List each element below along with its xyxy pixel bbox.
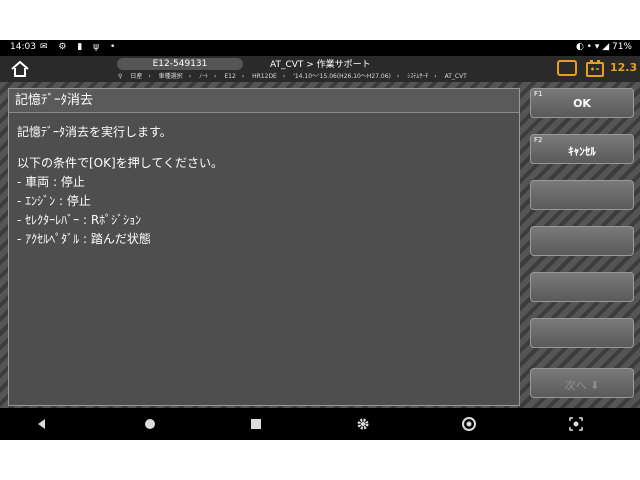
ok-button[interactable]: F1 OK	[530, 88, 634, 118]
fkey-label: ｷｬﾝｾﾙ	[568, 145, 596, 158]
breadcrumb-item[interactable]: E12	[224, 73, 235, 80]
recents-icon[interactable]	[248, 416, 264, 432]
notification-icons: ✉ ⚙ ▮ ψ •	[40, 42, 120, 52]
record-icon[interactable]	[557, 60, 577, 76]
message-line: 以下の条件で[OK]を押してください。	[17, 156, 223, 170]
page-title: AT_CVT > 作業サポート	[270, 60, 371, 70]
app-header: E12-549131 AT_CVT > 作業サポート ⚲ 日産 › 車種選択 › ﾉ…	[0, 56, 640, 82]
condition-line: - ｴﾝｼﾞﾝ : 停止	[17, 194, 91, 208]
fkey-blank-5[interactable]	[530, 272, 634, 302]
fkey-blank-6[interactable]	[530, 318, 634, 348]
fkey-blank-3[interactable]	[530, 180, 634, 210]
breadcrumb: ⚲ 日産 › 車種選択 › ﾉｰﾄ › E12 › HR12DE › '14.10〜'15…	[118, 73, 467, 80]
fkey-blank-4[interactable]	[530, 226, 634, 256]
message-panel: 記憶ﾃﾞｰﾀ消去 記憶ﾃﾞｰﾀ消去を実行します。 以下の条件で[OK]を押してく…	[8, 88, 520, 406]
next-button[interactable]: 次へ ⬇	[530, 368, 634, 398]
breadcrumb-item[interactable]: 日産	[130, 73, 142, 80]
condition-line: - 車両 : 停止	[17, 175, 85, 189]
system-status-bar: 14:03 ✉ ⚙ ▮ ψ • ◐ • ▾ ◢ 71%	[0, 40, 640, 56]
chrome-icon[interactable]	[461, 416, 477, 432]
fkey-label: OK	[573, 97, 591, 110]
location-pin-icon: ⚲	[118, 73, 123, 80]
breadcrumb-item[interactable]: HR12DE	[252, 73, 277, 80]
home-icon[interactable]	[10, 60, 30, 78]
screenshot-icon[interactable]	[568, 416, 584, 432]
back-icon[interactable]	[34, 416, 50, 432]
fkey-label: 次へ ⬇	[564, 379, 600, 392]
breadcrumb-item[interactable]: 車種選択	[159, 73, 183, 80]
condition-line: - ｾﾚｸﾀｰﾚﾊﾞｰ : Rﾎﾟｼﾞｼｮﾝ	[17, 213, 142, 227]
battery-voltage: 12.3	[610, 61, 638, 74]
status-time: 14:03	[10, 42, 36, 52]
navigation-bar	[0, 408, 640, 440]
breadcrumb-item[interactable]: ｼｽﾃﾑｻｰﾁ	[407, 73, 428, 80]
battery-level: 71%	[611, 42, 632, 52]
home-circle-icon[interactable]	[142, 416, 158, 432]
battery-icon	[586, 60, 604, 77]
breadcrumb-item: AT_CVT	[444, 73, 467, 80]
status-right: ◐ • ▾ ◢ 71%	[575, 42, 632, 52]
settings-icon[interactable]	[355, 416, 371, 432]
breadcrumb-item[interactable]: ﾉｰﾄ	[199, 73, 208, 80]
condition-line: - ｱｸｾﾙﾍﾟﾀﾞﾙ : 踏んだ状態	[17, 232, 151, 246]
message-line: 記憶ﾃﾞｰﾀ消去を実行します。	[17, 125, 172, 139]
cancel-button[interactable]: F2 ｷｬﾝｾﾙ	[530, 134, 634, 164]
vin-badge: E12-549131	[117, 58, 243, 70]
breadcrumb-item[interactable]: '14.10〜'15.06(H26.10〜H27.06)	[293, 73, 391, 80]
panel-body: 記憶ﾃﾞｰﾀ消去を実行します。 以下の条件で[OK]を押してください。 - 車両…	[17, 123, 223, 249]
panel-title: 記憶ﾃﾞｰﾀ消去	[9, 89, 519, 113]
